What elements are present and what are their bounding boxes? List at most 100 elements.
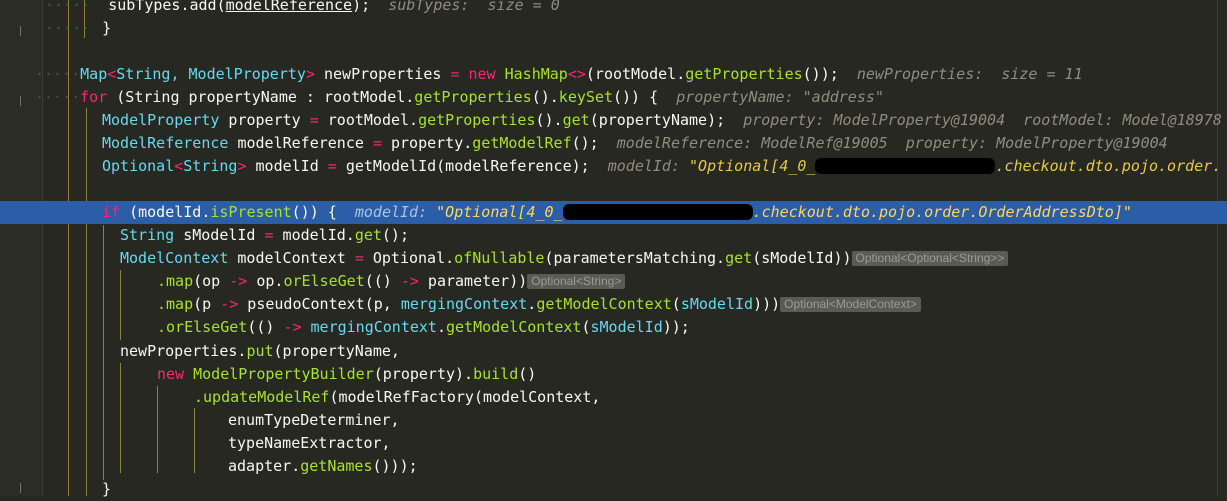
- code-text: newProperties.: [120, 342, 247, 360]
- code-line-enum-type[interactable]: enumTypeDeterminer,: [0, 409, 1227, 432]
- code-line-map-p[interactable]: .map(p -> pseudoContext(p, mergingContex…: [0, 293, 1227, 316]
- debug-inline-hint: property: ModelProperty@19004 rootModel:…: [743, 111, 1222, 129]
- code-text: (): [518, 365, 537, 383]
- code-text: .: [436, 318, 446, 336]
- code-method: getModelRef: [472, 134, 572, 152]
- code-text: typeNameExtractor,: [228, 434, 391, 452]
- code-text: (propertyName);: [589, 111, 726, 129]
- debug-inline-hint-value: .checkout.dto.pojo.order.: [995, 157, 1222, 175]
- code-line-update-model-ref[interactable]: .updateModelRef(modelRefFactory(modelCon…: [0, 386, 1227, 409]
- code-line-model-context[interactable]: ModelContext modelContext = Optional.ofN…: [0, 247, 1227, 270]
- code-line-map-decl[interactable]: ·····Map<String, ModelProperty> newPrope…: [0, 63, 1227, 86]
- code-line-map-op[interactable]: .map(op -> op.orElseGet(() -> parameter)…: [0, 270, 1227, 293]
- code-operator: <>: [567, 65, 586, 83]
- code-line-close-brace[interactable]: ·····}: [0, 17, 1227, 40]
- code-method: build: [473, 365, 519, 383]
- code-line-smodelid[interactable]: String sModelId = modelId.get();: [0, 224, 1227, 247]
- debug-inline-hint-value: "address": [802, 88, 884, 106]
- code-text: ));: [662, 318, 690, 336]
- code-method: get: [725, 249, 753, 267]
- code-method: getModelContext: [536, 295, 672, 313]
- type-hint-badge: Optional<Optional<String>>: [851, 251, 1009, 266]
- code-generic-open: <: [107, 65, 117, 83]
- code-text: newProperties: [314, 65, 451, 83]
- code-type: String, ModelProperty: [116, 65, 306, 83]
- debug-inline-hint-label: modelId:: [607, 157, 680, 175]
- code-type: Map: [80, 65, 108, 83]
- redaction-mark: [562, 204, 753, 220]
- code-line-new-properties-put[interactable]: newProperties.put(propertyName,: [0, 340, 1227, 363]
- code-text: subTypes.add(: [108, 0, 226, 14]
- debug-inline-hint: subTypes: size = 0: [388, 0, 560, 14]
- code-operator: =: [354, 249, 364, 267]
- code-type: Optional: [102, 157, 175, 175]
- code-line-new-builder[interactable]: new ModelPropertyBuilder(property).build…: [0, 363, 1227, 386]
- debug-inline-hint-value: "Optional[4_0_: [436, 203, 563, 221]
- code-line-for-loop[interactable]: ·····for (String propertyName : rootMode…: [0, 86, 1227, 109]
- code-text: ()) {: [291, 203, 337, 221]
- debug-inline-hint: modelReference: ModelRef@19005 property:…: [616, 134, 1168, 152]
- code-text: property: [219, 111, 310, 129]
- code-operator: ->: [229, 272, 248, 290]
- code-text: parameter)): [418, 272, 528, 290]
- code-text: }: [102, 480, 112, 498]
- code-keyword: if: [102, 203, 121, 221]
- code-operator: =: [309, 111, 319, 129]
- code-method: ofNullable: [454, 249, 545, 267]
- code-type: HashMap: [504, 65, 568, 83]
- code-type: ModelPropertyBuilder: [184, 365, 374, 383]
- code-method: .updateModelRef: [194, 388, 330, 406]
- code-line-if-present-current[interactable]: if (modelId.isPresent()) { modelId: "Opt…: [0, 201, 1227, 224]
- code-text: (p: [193, 295, 221, 313]
- type-hint-badge: Optional<String>: [527, 274, 626, 289]
- code-method: .map: [157, 295, 194, 313]
- code-operator: =: [264, 226, 274, 244]
- code-line-model-reference[interactable]: ModelReference modelReference = property…: [0, 132, 1227, 155]
- code-text: ());: [802, 65, 839, 83]
- code-text: ((): [247, 318, 284, 336]
- code-text: (parametersMatching.: [544, 249, 726, 267]
- code-generic-close: >: [305, 65, 315, 83]
- code-type: String: [183, 157, 238, 175]
- code-text: sModelId: [174, 226, 265, 244]
- code-operator: =: [372, 134, 382, 152]
- code-text: (op: [193, 272, 230, 290]
- code-line-optional-decl[interactable]: Optional<String> modelId = getModelId(mo…: [0, 155, 1227, 178]
- code-field: mergingContext: [310, 318, 437, 336]
- code-type: ModelReference: [102, 134, 229, 152]
- code-keyword: new: [459, 65, 505, 83]
- code-line-adapter[interactable]: adapter.getNames()));: [0, 455, 1227, 478]
- code-text: (: [581, 318, 591, 336]
- redaction-mark: [815, 158, 996, 174]
- code-line-or-else-get[interactable]: .orElseGet(() -> mergingContext.getModel…: [0, 316, 1227, 339]
- debug-inline-hint-label: modelId:: [354, 203, 428, 221]
- code-method: orElseGet: [283, 272, 365, 290]
- code-text: property.: [381, 134, 473, 152]
- code-line-type-name[interactable]: typeNameExtractor,: [0, 432, 1227, 455]
- code-text: modelId.: [273, 226, 355, 244]
- code-text: ))): [753, 295, 781, 313]
- code-method: getProperties: [414, 88, 532, 106]
- code-text: }: [102, 19, 112, 37]
- code-line-close-brace-2[interactable]: }: [0, 478, 1227, 501]
- code-text: .: [527, 295, 537, 313]
- code-text: ()));: [372, 457, 418, 475]
- code-keyword: new: [157, 365, 185, 383]
- code-text: ();: [571, 134, 599, 152]
- debug-inline-hint-value: "Optional[4_0_: [689, 157, 816, 175]
- debug-inline-hint-label: propertyName:: [676, 88, 794, 106]
- code-text: op.: [247, 272, 284, 290]
- debug-inline-hint: newProperties: size = 11: [856, 65, 1083, 83]
- code-variable: sModelId: [680, 295, 754, 313]
- code-operator: =: [327, 157, 337, 175]
- code-method: get: [562, 111, 590, 129]
- code-line-subtypes-add[interactable]: ····· subTypes.add(modelReference); subT…: [0, 0, 1227, 17]
- code-method: getModelContext: [446, 318, 582, 336]
- code-line-model-property[interactable]: ModelProperty property = rootModel.getPr…: [0, 109, 1227, 132]
- code-text: (: [671, 295, 681, 313]
- code-type: ModelProperty: [102, 111, 220, 129]
- code-field: mergingContext: [400, 295, 528, 313]
- code-text: modelReference: [228, 134, 373, 152]
- code-text: rootModel.: [318, 111, 419, 129]
